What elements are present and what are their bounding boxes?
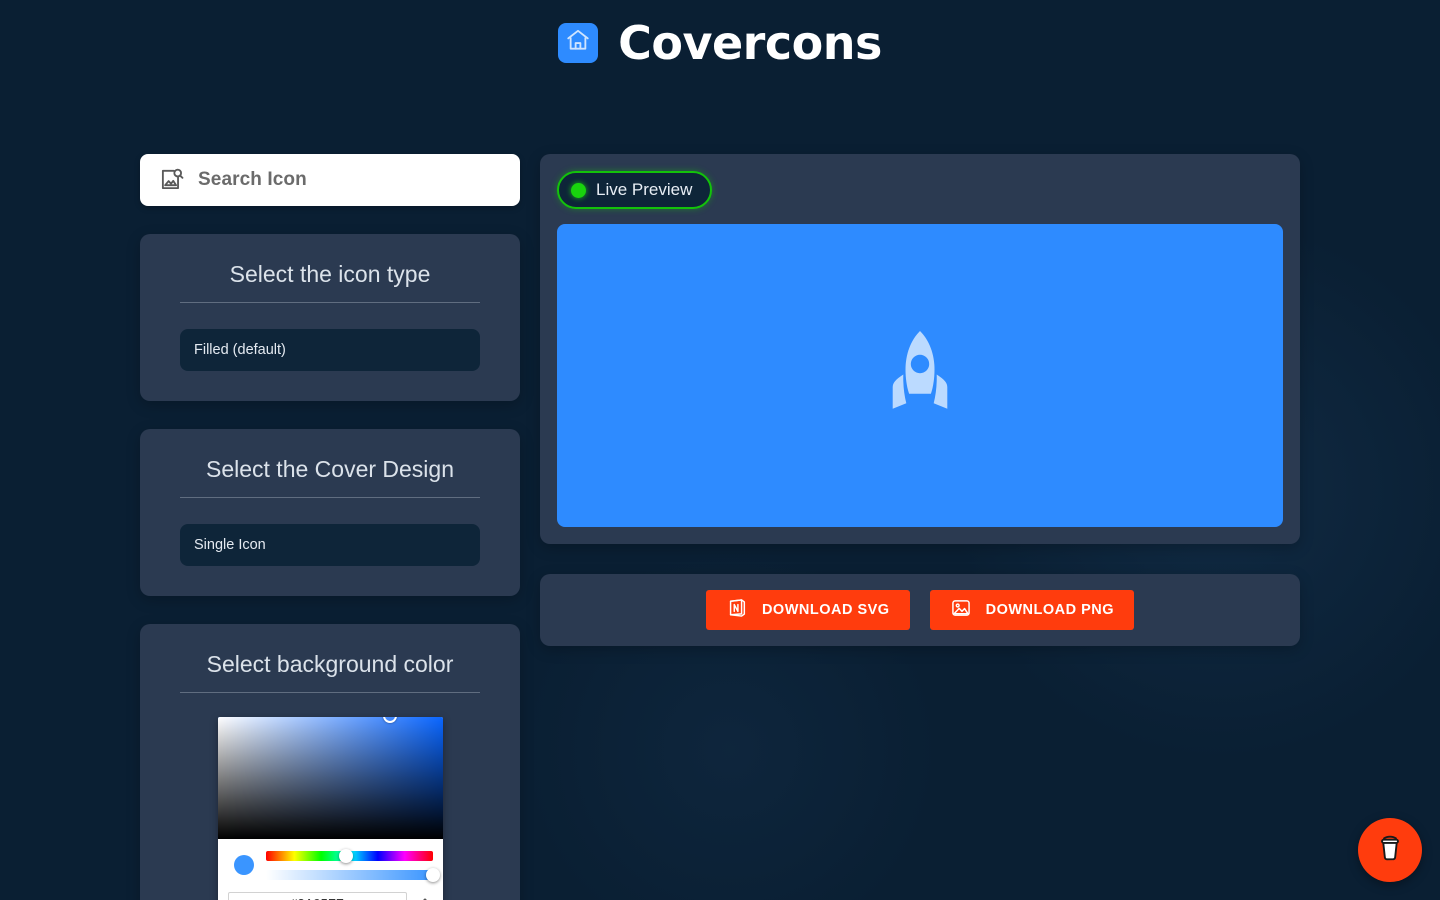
- status-dot-icon: [571, 183, 586, 198]
- download-bar: DOWNLOAD SVG DOWNLOAD PNG: [540, 574, 1300, 646]
- cover-preview-surface: [557, 224, 1283, 527]
- panel-background-color: Select background color #3A95FF: [140, 624, 520, 900]
- saturation-handle[interactable]: [383, 717, 397, 723]
- brand-logo[interactable]: [558, 23, 598, 63]
- hue-slider-thumb[interactable]: [339, 849, 353, 863]
- hue-slider[interactable]: [266, 851, 433, 861]
- image-icon: [950, 597, 972, 623]
- color-swatch: [234, 855, 254, 875]
- live-preview-label: Live Preview: [596, 180, 692, 200]
- panel-icon-type-title: Select the icon type: [180, 260, 480, 303]
- cover-design-selected-value: Single Icon: [194, 537, 266, 553]
- color-picker-footer: #3A95FF: [218, 892, 443, 900]
- home-icon: [565, 27, 591, 58]
- rocket-icon: [875, 323, 965, 428]
- panel-cover-design-title: Select the Cover Design: [180, 455, 480, 498]
- panel-cover-design: Select the Cover Design Single Icon: [140, 429, 520, 596]
- download-png-label: DOWNLOAD PNG: [986, 602, 1114, 618]
- color-picker[interactable]: #3A95FF: [218, 717, 443, 900]
- color-picker-body: [218, 839, 443, 892]
- live-preview-badge: Live Preview: [557, 171, 712, 209]
- alpha-slider-thumb[interactable]: [426, 868, 440, 882]
- download-svg-button[interactable]: DOWNLOAD SVG: [706, 590, 910, 630]
- download-svg-label: DOWNLOAD SVG: [762, 602, 890, 618]
- search-input[interactable]: Search Icon: [140, 154, 520, 206]
- notion-book-icon: [726, 597, 748, 623]
- icon-type-select[interactable]: Filled (default): [180, 329, 480, 371]
- coffee-cup-icon: [1375, 833, 1405, 868]
- alpha-slider[interactable]: [266, 870, 433, 880]
- hex-color-input[interactable]: #3A95FF: [228, 892, 407, 900]
- download-png-button[interactable]: DOWNLOAD PNG: [930, 590, 1134, 630]
- color-sliders: [266, 851, 433, 880]
- buy-me-a-coffee-button[interactable]: [1358, 818, 1422, 882]
- panel-icon-type: Select the icon type Filled (default): [140, 234, 520, 401]
- cover-design-select[interactable]: Single Icon: [180, 524, 480, 566]
- saturation-value-area[interactable]: [218, 717, 443, 839]
- controls-column: Search Icon Select the icon type Filled …: [140, 154, 520, 900]
- search-placeholder: Search Icon: [198, 169, 307, 191]
- preview-column: Live Preview DOWNLOAD SVG: [540, 154, 1300, 646]
- page-title: Covercons: [618, 20, 882, 66]
- image-search-icon: [158, 167, 184, 193]
- preview-card: Live Preview: [540, 154, 1300, 544]
- icon-type-selected-value: Filled (default): [194, 342, 286, 358]
- panel-background-color-title: Select background color: [180, 650, 480, 693]
- app-header: Covercons: [0, 0, 1440, 85]
